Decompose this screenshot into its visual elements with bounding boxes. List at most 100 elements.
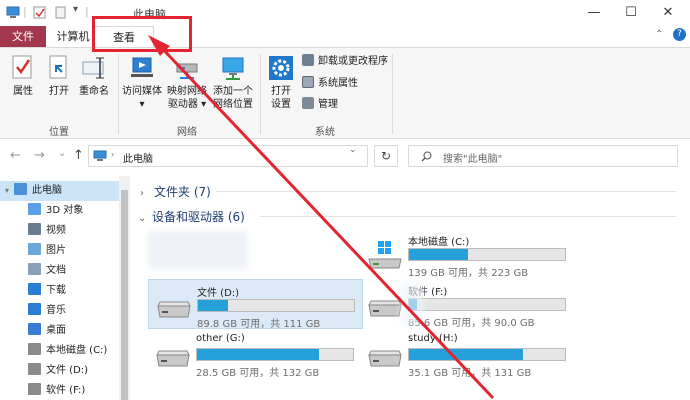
breadcrumb-chevron-icon[interactable]: › [111, 150, 114, 159]
collapse-ribbon-icon[interactable]: ⌃ [655, 29, 663, 40]
breadcrumb-this-pc[interactable]: 此电脑 [123, 150, 153, 165]
address-dropdown-icon[interactable]: ⌄ [349, 145, 357, 155]
system-properties-button[interactable]: 系统属性 [302, 76, 358, 92]
manage-label: 管理 [318, 99, 338, 110]
blurred-drive-tile [148, 231, 248, 269]
hard-drive-icon [368, 350, 402, 367]
tab-file[interactable]: 文件 [0, 26, 46, 47]
sidebar-item-desktop[interactable]: 桌面 [0, 321, 120, 341]
3d-objects-icon [28, 203, 41, 215]
navpane-scrollbar-thumb[interactable] [121, 190, 128, 400]
videos-icon [28, 223, 41, 235]
expand-chevron-icon: › [140, 188, 144, 199]
sidebar-item-label: 音乐 [46, 305, 66, 316]
access-media-label: 访问媒体 [122, 86, 162, 97]
open-label: 打开 [49, 86, 69, 97]
up-button[interactable]: ↑ [73, 148, 84, 163]
rename-button[interactable]: 重命名 [76, 54, 112, 98]
group-divider [118, 54, 119, 134]
open-button[interactable]: 打开 [42, 54, 76, 98]
sidebar-item-videos[interactable]: 视频 [0, 221, 120, 241]
folders-section-header[interactable]: › 文件夹 (7) [140, 183, 211, 200]
open-settings-button[interactable]: 打开 设置 [264, 54, 298, 111]
tab-computer[interactable]: 计算机 [52, 26, 94, 47]
drive-f-icon [28, 383, 41, 395]
sidebar-item-drive-f[interactable]: 软件 (F:) [0, 381, 120, 400]
drive-tile-drive-h[interactable]: study (H:) 35.1 GB 可用，共 131 GB [360, 329, 575, 379]
network-group-label: 网络 [177, 127, 197, 138]
close-button[interactable]: ✕ [654, 4, 682, 22]
navigation-bar: ← → ⌄ ↑ › 此电脑 ⌄ ↻ 搜索"此电脑" [0, 139, 690, 173]
drive-usage-fill [198, 300, 228, 311]
hard-drive-icon [157, 301, 191, 318]
navigation-pane: ▾ 此电脑 3D 对象视频图片文档下载音乐桌面本地磁盘 (C:) 文件 (D:) 软件 … [0, 173, 130, 400]
properties-button[interactable]: 属性 [6, 54, 40, 98]
sidebar-item-drive-c[interactable]: 本地磁盘 (C:) [0, 341, 120, 361]
drive-tile-drive-c[interactable]: 本地磁盘 (C:) 139 GB 可用，共 223 GB [360, 229, 575, 279]
minimize-button[interactable]: — [580, 4, 608, 22]
separator: | [85, 5, 89, 18]
content-area: › 文件夹 (7) ⌄ 设备和驱动器 (6) 本地磁盘 (C:) 139 GB 可用，… [130, 173, 690, 400]
media-icon [131, 57, 153, 77]
search-icon [421, 151, 432, 162]
help-icon[interactable]: ? [673, 28, 686, 41]
uninstall-program-button[interactable]: 卸载或更改程序 [302, 54, 388, 70]
open-file-icon [49, 55, 67, 79]
sidebar-item-documents[interactable]: 文档 [0, 261, 120, 281]
network-drive-icon [176, 63, 198, 79]
section-divider [216, 191, 676, 192]
recent-locations-button[interactable]: ⌄ [58, 148, 66, 159]
sidebar-item-label: 下载 [46, 285, 66, 296]
sidebar-item-music[interactable]: 音乐 [0, 301, 120, 321]
sidebar-item-label: 3D 对象 [46, 205, 84, 216]
drive-name: other (G:) [196, 333, 245, 344]
sidebar-item-label: 文档 [46, 265, 66, 276]
search-placeholder[interactable]: 搜索"此电脑" [443, 150, 502, 165]
location-group-label: 位置 [49, 127, 69, 138]
address-bar[interactable]: › 此电脑 [88, 145, 368, 167]
open-settings-label-2: 设置 [271, 99, 291, 110]
sidebar-item-drive-d[interactable]: 文件 (D:) [0, 361, 120, 381]
computer-icon [6, 6, 20, 18]
section-divider [260, 216, 676, 217]
this-pc-icon [14, 183, 27, 195]
refresh-button[interactable]: ↻ [374, 145, 398, 167]
add-location-label-2: 网络位置 [213, 99, 253, 110]
annotation-highlight-box [92, 16, 192, 52]
sidebar-item-label: 视频 [46, 225, 66, 236]
expand-chevron-icon: ▾ [4, 186, 9, 195]
sidebar-item-downloads[interactable]: 下载 [0, 281, 120, 301]
forward-button[interactable]: → [34, 148, 45, 163]
new-folder-icon[interactable] [54, 6, 68, 19]
sidebar-item-label: 桌面 [46, 325, 66, 336]
back-button[interactable]: ← [10, 148, 21, 163]
documents-icon [28, 263, 41, 275]
manage-button[interactable]: 管理 [302, 97, 338, 113]
sidebar-item-pictures[interactable]: 图片 [0, 241, 120, 261]
maximize-button[interactable]: ☐ [617, 4, 645, 22]
drive-tile-drive-g[interactable]: other (G:) 28.5 GB 可用，共 132 GB [148, 329, 363, 379]
add-location-label-1: 添加一个 [213, 86, 253, 97]
open-settings-label-1: 打开 [271, 86, 291, 97]
map-network-drive-button[interactable]: 映射网络 驱动器 ▾ [164, 54, 210, 111]
add-network-location-button[interactable]: 添加一个 网络位置 [210, 54, 256, 111]
map-drive-label-2: 驱动器 ▾ [167, 99, 207, 110]
search-box[interactable]: 搜索"此电脑" [408, 145, 678, 167]
quick-access-dropdown-icon[interactable]: ▾ [73, 4, 78, 15]
system-properties-icon [302, 76, 314, 88]
sidebar-item-this-pc[interactable]: ▾ 此电脑 [0, 181, 120, 201]
collapse-chevron-icon: ⌄ [138, 213, 147, 224]
access-media-button[interactable]: 访问媒体 ▾ [120, 54, 164, 111]
properties-label: 属性 [13, 86, 33, 97]
drive-name: 本地磁盘 (C:) [408, 237, 470, 248]
drive-tile-drive-d[interactable]: 文件 (D:) 89.8 GB 可用，共 111 GB [148, 279, 363, 330]
access-media-caret: ▾ [139, 99, 145, 110]
sidebar-item-3d-objects[interactable]: 3D 对象 [0, 201, 120, 221]
music-icon [28, 303, 41, 315]
drive-tile-drive-f[interactable]: 软件 (F:) 85.6 GB 可用，共 90.0 GB [360, 279, 575, 329]
devices-section-header[interactable]: ⌄ 设备和驱动器 (6) [138, 208, 245, 225]
windows-drive-icon [368, 241, 402, 269]
properties-check-icon[interactable] [33, 6, 47, 19]
sidebar-item-label: 文件 (D:) [46, 365, 89, 376]
sidebar-item-label: 本地磁盘 (C:) [46, 345, 108, 356]
